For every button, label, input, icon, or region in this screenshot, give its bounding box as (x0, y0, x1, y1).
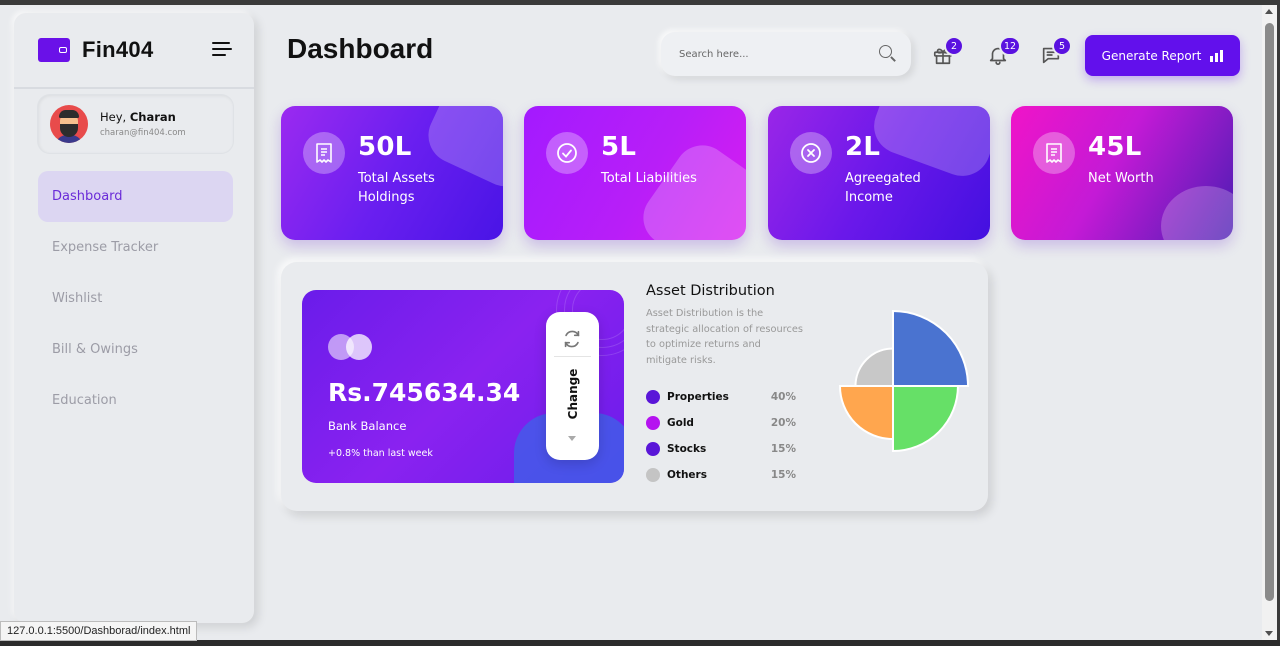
profile-name: Charan (129, 110, 176, 124)
asset-polar-chart (838, 309, 970, 452)
sidebar-item-dashboard[interactable]: Dashboard (38, 171, 233, 222)
legend-name: Gold (667, 417, 694, 429)
change-label: Change (566, 368, 580, 420)
profile-greeting: Hey, Charan (100, 110, 176, 124)
receipt-icon (303, 132, 345, 174)
asset-distribution-description: Asset Distribution is the strategic allo… (646, 308, 804, 366)
card-chip-icon (328, 334, 374, 360)
sidebar-item-bill-owings[interactable]: Bill & Owings (38, 324, 233, 375)
menu-toggle-icon[interactable] (212, 42, 232, 58)
sidebar-item-expense-tracker[interactable]: Expense Tracker (38, 222, 233, 273)
slice-q1[interactable] (892, 309, 970, 387)
legend-dot (646, 468, 660, 482)
asset-distribution-title: Asset Distribution (646, 283, 775, 299)
stat-value: 50L (358, 132, 412, 162)
stat-card-total-liabilities[interactable]: 5L Total Liabilities (524, 106, 746, 240)
scroll-up-icon[interactable] (1265, 9, 1273, 14)
stat-card-total-assets[interactable]: 50L Total Assets Holdings (281, 106, 503, 240)
stat-card-aggregated-income[interactable]: 2L Agreegated Income (768, 106, 990, 240)
sidebar: Fin404 Hey, Charan charan@fin404.com Das… (14, 13, 254, 623)
slice-q3[interactable] (838, 385, 894, 441)
legend-name: Others (667, 469, 707, 481)
avatar (50, 105, 88, 143)
bank-balance-amount: Rs.745634.34 (328, 378, 521, 407)
legend-name: Stocks (667, 443, 707, 455)
stat-label: Total Assets Holdings (358, 171, 435, 205)
stat-card-net-worth[interactable]: 45L Net Worth (1011, 106, 1233, 240)
balance-change-text: +0.8% than last week (328, 448, 433, 459)
stat-value: 2L (845, 132, 881, 162)
stat-label: Net Worth (1088, 171, 1154, 186)
stat-label: Agreegated Income (845, 171, 921, 205)
sidebar-item-education[interactable]: Education (38, 375, 233, 426)
search-input[interactable] (679, 48, 879, 60)
stat-value: 5L (601, 132, 637, 162)
search-icon[interactable] (879, 45, 897, 63)
notification-badge: 12 (999, 36, 1022, 56)
receipt-icon (1033, 132, 1075, 174)
legend-percent: 15% (770, 469, 796, 481)
user-profile-card[interactable]: Hey, Charan charan@fin404.com (38, 95, 233, 153)
profile-email: charan@fin404.com (100, 128, 186, 138)
scrollbar-thumb[interactable] (1265, 23, 1274, 601)
stat-label: Total Liabilities (601, 171, 697, 186)
legend-percent: 40% (770, 391, 796, 403)
logo-row: Fin404 (14, 13, 254, 89)
legend-item-gold: Gold 20% (646, 410, 796, 436)
status-bar-url: 127.0.0.1:5500/Dashborad/index.html (0, 621, 198, 641)
legend-dot (646, 442, 660, 456)
app-logo-text: Fin404 (82, 37, 154, 62)
legend-item-stocks: Stocks 15% (646, 436, 796, 462)
slice-q4[interactable] (854, 347, 894, 387)
change-button[interactable]: Change (546, 312, 599, 460)
generate-report-label: Generate Report (1101, 48, 1202, 63)
chevron-down-icon[interactable] (568, 436, 576, 441)
legend-item-others: Others 15% (646, 462, 796, 488)
asset-legend: Properties 40% Gold 20% Stocks 15% Other… (646, 384, 796, 488)
legend-percent: 15% (770, 443, 796, 455)
messages-button[interactable]: 5 (1040, 36, 1072, 66)
legend-item-properties: Properties 40% (646, 384, 796, 410)
gift-badge: 2 (944, 36, 964, 56)
bank-balance-label: Bank Balance (328, 419, 407, 433)
generate-report-button[interactable]: Generate Report (1085, 35, 1240, 76)
legend-dot (646, 390, 660, 404)
message-badge: 5 (1052, 36, 1072, 56)
scroll-down-icon[interactable] (1265, 631, 1273, 636)
legend-percent: 20% (770, 417, 796, 429)
notifications-button[interactable]: 12 (987, 36, 1022, 66)
wallet-icon (38, 38, 70, 62)
refresh-icon[interactable] (561, 328, 583, 350)
vertical-scrollbar[interactable] (1262, 5, 1277, 640)
legend-dot (646, 416, 660, 430)
check-circle-icon (546, 132, 588, 174)
search-box[interactable] (661, 32, 911, 76)
sidebar-nav: Dashboard Expense Tracker Wishlist Bill … (14, 171, 254, 426)
page-title: Dashboard (287, 33, 434, 64)
bar-chart-icon (1210, 49, 1224, 62)
slice-q2[interactable] (892, 385, 959, 452)
cancel-circle-icon (790, 132, 832, 174)
legend-name: Properties (667, 391, 729, 403)
stat-value: 45L (1088, 132, 1142, 162)
gift-button[interactable]: 2 (932, 36, 964, 66)
sidebar-item-wishlist[interactable]: Wishlist (38, 273, 233, 324)
